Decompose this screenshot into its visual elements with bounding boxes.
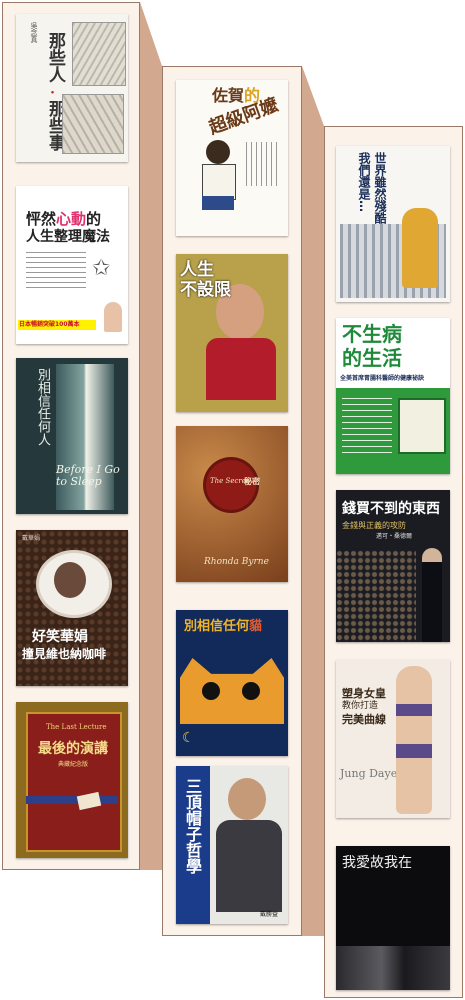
book-author: 戴勝益: [260, 911, 279, 918]
book-english-title: The Last Lecture: [46, 723, 107, 731]
book-title: 錢買不到的東西: [342, 501, 440, 517]
middle-shelf-side: [302, 66, 324, 936]
swimsuit-top: [396, 704, 432, 716]
book-author: 戴華娟: [22, 535, 41, 542]
book-english-title: Before I Go to Sleep: [56, 463, 120, 488]
book-cover-the-secret[interactable]: The Secret 秘密 Rhonda Byrne: [176, 426, 288, 582]
red-shirt: [206, 338, 276, 400]
cover-text-block: [246, 142, 280, 186]
ribbon: [26, 796, 118, 804]
model-figure: [396, 666, 432, 814]
book-banner: 日本暢銷突破100萬本: [18, 320, 96, 331]
door-image: [56, 364, 114, 510]
cat-eye-left: [202, 682, 220, 700]
book-subtitle: 金錢與正義的攻防: [342, 521, 406, 530]
boy-body: [202, 164, 236, 200]
book-cover-coffee[interactable]: 戴華娟 好笑華娟 撞見維也納咖啡: [16, 530, 128, 686]
boy-head: [206, 140, 230, 164]
book-cover-three-hats[interactable]: 三頂帽子哲學 戴勝益: [176, 766, 288, 924]
suit-image: [216, 820, 282, 912]
book-cover-saga-grandma[interactable]: 佐賀的 超級阿嬤: [176, 80, 288, 236]
portrait-image: [54, 562, 86, 598]
book-title-line1: 人生: [180, 260, 214, 280]
person-illustration: [402, 208, 438, 288]
book-author: 邁可・桑德爾: [376, 533, 413, 540]
book-author: Rhonda Byrne: [204, 557, 269, 567]
book-cover-jung-dayeon[interactable]: 塑身女皇 教你打造 完美曲線 Jung Dayeon: [336, 660, 450, 818]
book-english-title: The Secret: [210, 477, 249, 485]
book-subtitle: 典藏紀念版: [58, 761, 89, 768]
boy-shorts: [202, 196, 234, 210]
book-title-line1: 好笑華娟: [32, 629, 88, 645]
book-title-2: 那些事: [45, 100, 65, 151]
book-cover-i-love-therefore-i-am[interactable]: 我愛故我在: [336, 846, 450, 990]
book-cover-life-without-limits[interactable]: 人生 不設限: [176, 254, 288, 412]
book-title: 怦然心動的: [26, 210, 102, 228]
book-title-line2: 的生活: [342, 346, 402, 370]
book-title-line1: 塑身女皇: [342, 687, 386, 700]
cover-text-block: [342, 398, 392, 458]
book-title-line1: 世界雖然殘酷: [373, 152, 387, 224]
author-photo: [104, 302, 122, 332]
star-doodle-icon: ✩: [92, 256, 111, 281]
left-shelf-side: [140, 2, 162, 870]
book-cover-enzyme-factor[interactable]: 不生病 的生活 全美首席胃腸科醫師的健康祕訣: [336, 318, 450, 474]
book-subtitle: 全美首席胃腸科醫師的健康祕訣: [340, 375, 425, 382]
book-title: 別相信任何貓: [184, 619, 263, 634]
photo-strip: [336, 946, 450, 990]
book-title: 秘密: [244, 477, 260, 486]
book-title-line2: 我們還是…: [357, 152, 371, 212]
book-title-line3: 完美曲線: [342, 713, 386, 726]
product-box-image: [398, 398, 446, 454]
book-cover-dont-trust-cat[interactable]: 別相信任何貓 ☾: [176, 610, 288, 756]
book-cover-world-cruel[interactable]: 世界雖然殘酷 我們還是…: [336, 146, 450, 302]
swimsuit-bottom: [396, 744, 432, 758]
book-title: 那些人: [45, 32, 65, 83]
book-title-line2: 撞見維也納咖啡: [22, 647, 107, 661]
book-title: 別相信任何人: [35, 368, 50, 446]
book-inner-panel: [26, 712, 122, 852]
book-cover-last-lecture[interactable]: The Last Lecture 最後的演講 典藏紀念版: [16, 702, 128, 858]
book-cover-before-i-go-to-sleep[interactable]: 別相信任何人 Before I Go to Sleep: [16, 358, 128, 514]
cat-face: [180, 658, 284, 724]
book-title: 最後的演講: [38, 741, 108, 757]
cover-illustration-2: [62, 94, 124, 154]
book-cover-naxieren[interactable]: 那些人 ・ 那些事 吳念真: [16, 14, 128, 162]
cover-text-block: [26, 252, 86, 288]
portrait-image: [228, 778, 266, 820]
moon-icon: ☾: [182, 730, 195, 746]
book-title: 三頂帽子哲學: [183, 778, 202, 874]
book-title-line2: 教你打造: [342, 701, 379, 711]
book-title-line2: 人生整理魔法: [26, 229, 110, 245]
speaker-image: [422, 548, 442, 642]
book-cover-tidying-magic[interactable]: 怦然心動的 人生整理魔法 ✩ 日本暢銷突破100萬本: [16, 186, 128, 344]
book-title-line1: 不生病: [342, 322, 402, 346]
cover-illustration: [72, 22, 126, 86]
book-author: 吳念真: [30, 22, 38, 43]
cat-eye-right: [242, 682, 260, 700]
audience-image: [336, 550, 416, 642]
book-title: 我愛故我在: [342, 855, 412, 871]
book-cover-what-money-cant-buy[interactable]: 錢買不到的東西 金錢與正義的攻防 邁可・桑德爾: [336, 490, 450, 642]
book-title-dot: ・: [45, 86, 59, 98]
book-title-line2: 不設限: [180, 280, 231, 300]
